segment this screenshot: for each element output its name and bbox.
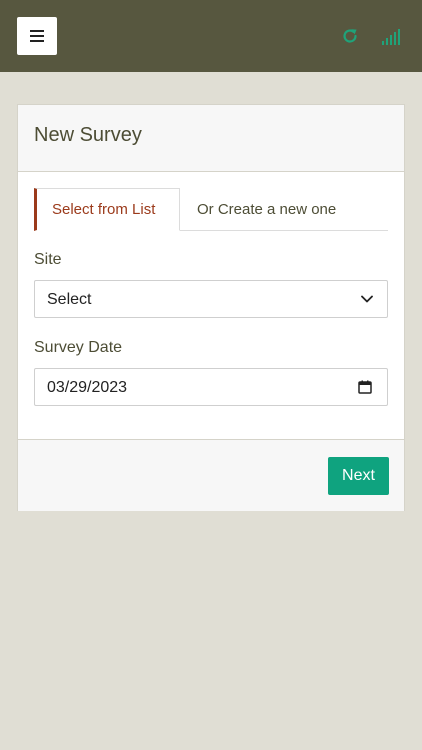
site-label: Site [34, 251, 62, 268]
new-survey-card: New Survey Select from List Or Create a … [17, 104, 405, 511]
tab-select-from-list[interactable]: Select from List [34, 188, 180, 231]
next-button[interactable]: Next [328, 457, 389, 495]
tab-label: Or Create a new one [197, 200, 337, 218]
chevron-down-icon [361, 295, 373, 303]
tab-label: Select from List [52, 201, 156, 218]
survey-date-value: 03/29/2023 [47, 379, 128, 396]
calendar-icon[interactable] [358, 380, 372, 394]
site-select[interactable]: Select [34, 280, 388, 318]
card-header: New Survey [18, 105, 404, 172]
tab-create-new[interactable]: Or Create a new one [180, 188, 336, 230]
survey-date-input[interactable]: 03/29/2023 [34, 368, 388, 406]
site-select-value: Select [47, 291, 92, 308]
menu-button[interactable] [17, 17, 57, 55]
survey-date-label: Survey Date [34, 339, 123, 356]
signal-icon [382, 29, 400, 45]
hamburger-icon [30, 30, 44, 42]
top-app-bar [0, 0, 422, 72]
page-title: New Survey [34, 124, 142, 146]
card-footer: Next [18, 439, 404, 511]
survey-source-tabs: Select from List Or Create a new one [34, 188, 388, 231]
refresh-icon[interactable] [341, 27, 359, 45]
